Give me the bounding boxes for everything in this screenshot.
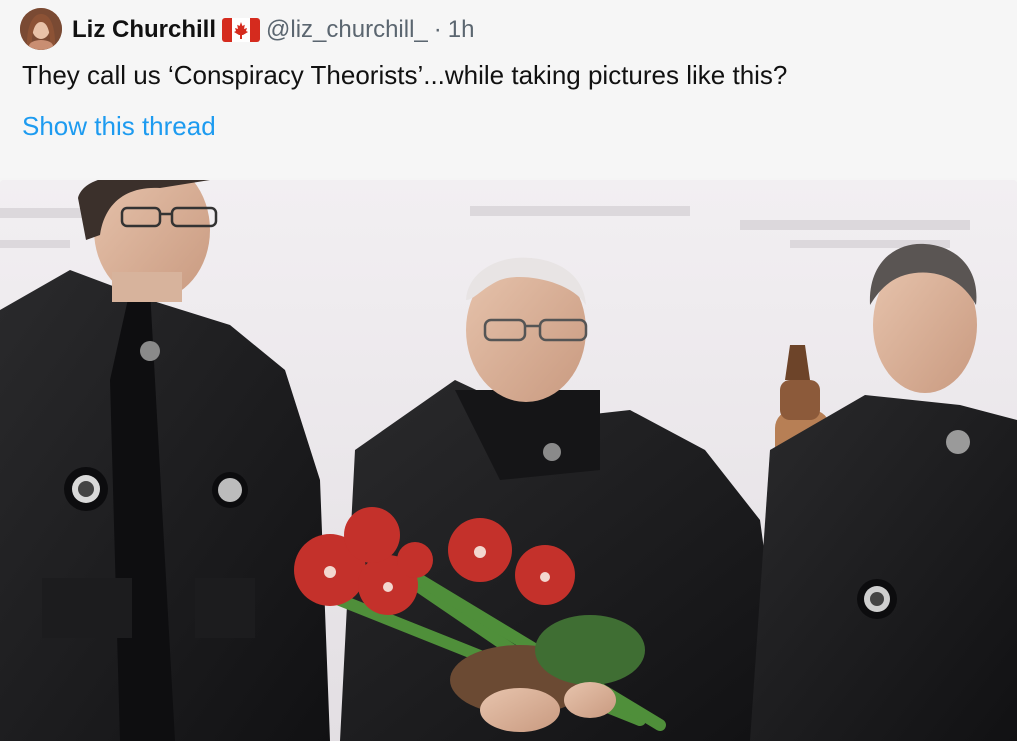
tweet-text: They call us ‘Conspiracy Theorists’...wh…	[22, 60, 788, 90]
tweet-media-photo[interactable]	[0, 180, 1017, 741]
tweet-timestamp[interactable]: 1h	[448, 16, 475, 44]
author-handle[interactable]: @liz_churchill_	[266, 16, 428, 44]
photo-illustration	[0, 180, 1017, 741]
author-display-name[interactable]: Liz Churchill	[72, 16, 216, 44]
separator-dot: ·	[433, 16, 442, 43]
avatar[interactable]	[20, 8, 62, 50]
canada-flag-icon	[222, 18, 260, 42]
author-row: Liz Churchill @liz_churchill_ · 1h	[72, 12, 474, 48]
tweet-header: Liz Churchill @liz_churchill_ · 1h They …	[0, 0, 1017, 178]
show-thread-link[interactable]: Show this thread	[22, 111, 216, 142]
avatar-photo	[20, 8, 62, 50]
